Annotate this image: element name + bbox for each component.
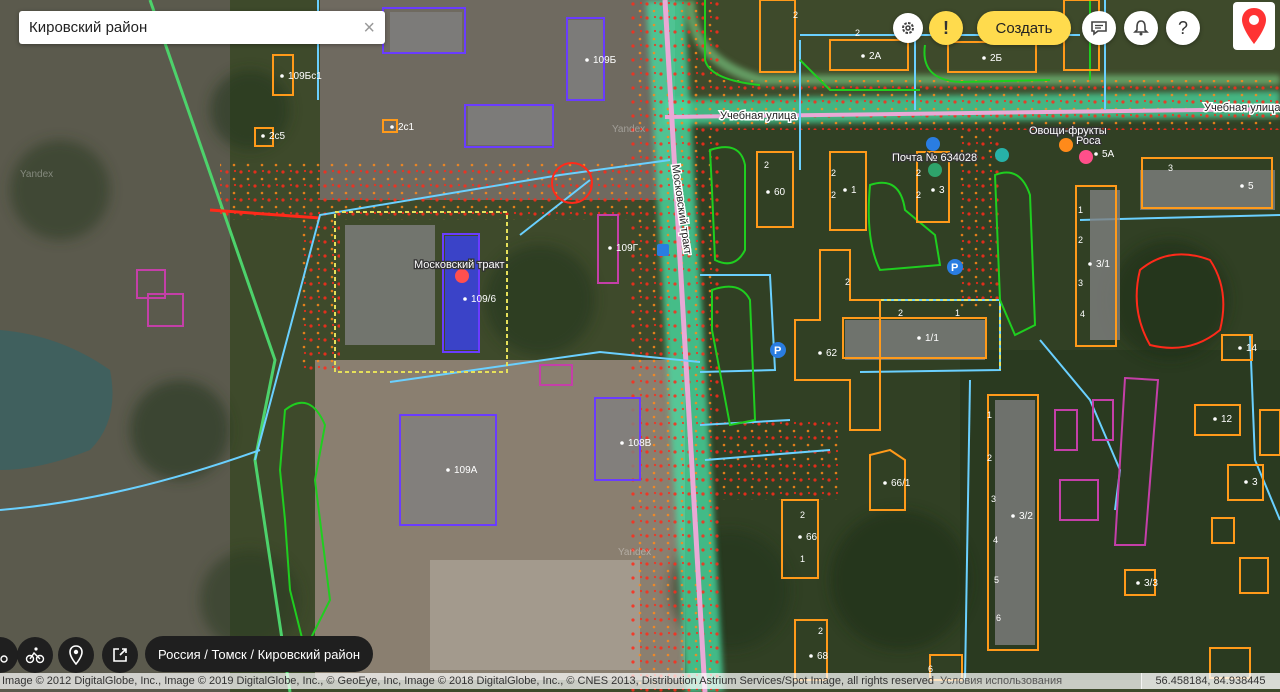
chat-icon: [1091, 21, 1107, 36]
yandex-maps-logo[interactable]: [1233, 2, 1275, 50]
copyright-bar: Image © 2012 DigitalGlobe, Inc., Image ©…: [0, 673, 1142, 689]
entrance-label: 2: [793, 10, 798, 20]
building-66: 66: [806, 532, 818, 543]
report-error-button[interactable]: !: [929, 11, 963, 45]
building-2a: 2А: [869, 51, 882, 62]
building-3-3: 3/3: [1144, 578, 1158, 589]
building-109bc1: 109Бс1: [288, 71, 322, 82]
parking-icon[interactable]: P: [947, 259, 963, 275]
help-button[interactable]: ?: [1166, 11, 1200, 45]
poi-label-post: Почта № 634028: [892, 152, 977, 164]
road-label-uchebnaya: Учебная улица: [720, 110, 797, 122]
entrance-label: 2: [916, 168, 921, 178]
entrance-label: 4: [1080, 309, 1085, 319]
search-input[interactable]: [29, 19, 364, 36]
building-12: 12: [1221, 414, 1233, 425]
search-clear-icon[interactable]: ×: [363, 18, 375, 38]
map-watermark: Yandex: [618, 547, 651, 558]
search-box[interactable]: ×: [19, 11, 385, 44]
chat-button[interactable]: [1082, 11, 1116, 45]
building-1: 1: [851, 185, 857, 196]
poi-label-rosa: Роса: [1076, 135, 1101, 147]
building-14: 14: [1246, 343, 1258, 354]
building-109g: 109Г: [616, 243, 639, 254]
entrance-label: 4: [993, 535, 998, 545]
entrance-label: 2: [831, 168, 836, 178]
store-poi[interactable]: [995, 148, 1009, 162]
building-1-1: 1/1: [925, 333, 939, 344]
entrance-label: 3: [1168, 163, 1173, 173]
terms-link[interactable]: Условия использования: [940, 675, 1062, 687]
building-66-1: 66/1: [891, 478, 911, 489]
share-button[interactable]: [102, 637, 138, 673]
bus-stop-icon: [657, 244, 669, 256]
bus-stop-poi[interactable]: [657, 244, 669, 256]
bell-icon: [1133, 20, 1149, 36]
entrance-label: 2: [831, 190, 836, 200]
entrance-label: 1: [800, 554, 805, 564]
map-watermark: Yandex: [612, 124, 645, 135]
building-3: 3: [939, 185, 945, 196]
entrance-label: 5: [994, 575, 999, 585]
building-3-right: 3: [1252, 477, 1258, 488]
settings-button[interactable]: [893, 13, 923, 43]
building-3-2: 3/2: [1019, 511, 1033, 522]
building-5a: 5А: [1102, 149, 1115, 160]
entrance-label: 2: [916, 190, 921, 200]
entrance-label: 2: [845, 277, 850, 287]
entrance-label: 2: [987, 453, 992, 463]
create-button[interactable]: Создать: [977, 11, 1071, 45]
location-button[interactable]: [58, 637, 94, 673]
entrance-label: 1: [955, 308, 960, 318]
building-5: 5: [1248, 181, 1254, 192]
location-pin-icon: [69, 645, 83, 665]
parking-icon[interactable]: P: [770, 342, 786, 358]
coordinates-readout: 56.458184, 84.938445: [1141, 673, 1280, 689]
building-2b: 2Б: [990, 53, 1003, 64]
building-60: 60: [774, 187, 786, 198]
entrance-label: 2: [800, 510, 805, 520]
mail-icon: [928, 163, 942, 177]
building-109a: 109А: [454, 465, 478, 476]
entrance-label: 2: [764, 160, 769, 170]
entrance-label: 2: [898, 308, 903, 318]
copyright-text: Image © 2012 DigitalGlobe, Inc., Image ©…: [2, 675, 934, 687]
shop-icon: [1079, 150, 1093, 164]
building-2c5: 2с5: [269, 131, 286, 142]
entrance-label: 1: [1078, 205, 1083, 215]
cyclist-icon: [0, 655, 8, 663]
breadcrumb[interactable]: Россия / Томск / Кировский район: [145, 636, 374, 672]
share-icon: [113, 648, 127, 662]
notifications-button[interactable]: [1124, 11, 1158, 45]
entrance-label: 1: [987, 410, 992, 420]
building-62: 62: [826, 348, 838, 359]
road-label-uchebnaya: Учебная улица: [1204, 102, 1280, 114]
stop-label-moskovsky: Московский тракт: [414, 259, 505, 271]
building-3-1: 3/1: [1096, 259, 1110, 270]
bike-button[interactable]: [17, 637, 53, 673]
gear-icon: [902, 22, 914, 34]
svg-text:P: P: [951, 262, 958, 274]
building-109b: 109Б: [593, 55, 617, 66]
entrance-label: 6: [996, 613, 1001, 623]
warning-icon: !: [943, 17, 949, 38]
cyclist-icon: [25, 647, 45, 664]
entrance-label: 3: [1078, 278, 1083, 288]
entrance-label: 2: [1078, 235, 1083, 245]
entrance-label: 2: [818, 626, 823, 636]
satellite-map[interactable]: 109Б 109Бс1 2с5 2с1 109/6 109Г 109А 108В…: [0, 0, 1280, 692]
building-109-6: 109/6: [471, 294, 496, 305]
building-108v: 108В: [628, 438, 652, 449]
building-68: 68: [817, 651, 829, 662]
entrance-label: 3: [991, 494, 996, 504]
entrance-label: 2: [855, 28, 860, 38]
map-watermark: Yandex: [20, 169, 53, 180]
svg-text:P: P: [774, 345, 781, 357]
shop-icon: [1059, 138, 1073, 152]
help-icon: ?: [1177, 17, 1188, 38]
building-2c1: 2с1: [398, 122, 415, 133]
